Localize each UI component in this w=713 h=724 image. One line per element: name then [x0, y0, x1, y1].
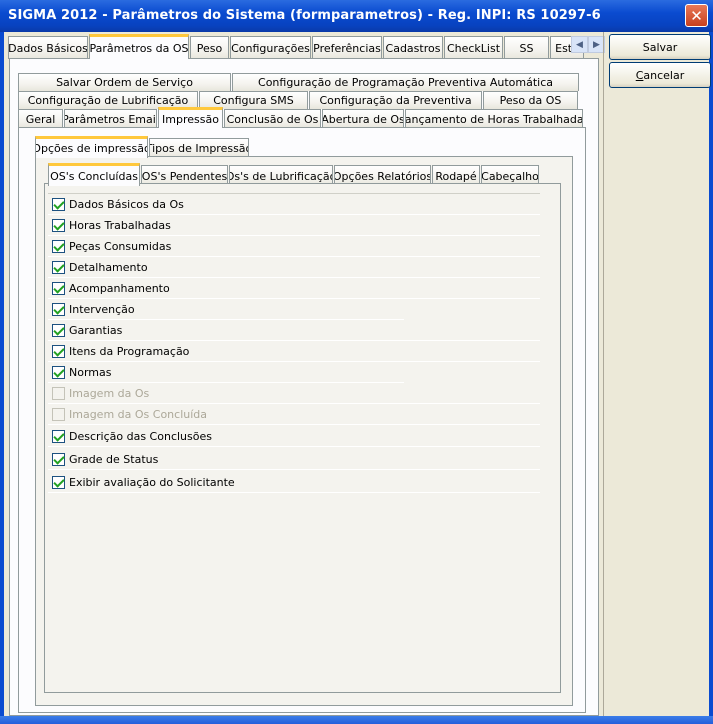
tab-scroll-arrows: ◀ ▶ [571, 36, 605, 53]
window-title: SIGMA 2012 - Parâmetros do Sistema (form… [8, 8, 601, 23]
option-item: Imagem da Os [48, 383, 548, 404]
option-item[interactable]: Garantias [48, 320, 548, 341]
option-checkbox[interactable] [52, 240, 65, 253]
main-tab-strip: Dados Básicos Parâmetros da OS Peso Configu… [8, 34, 600, 59]
option-item[interactable]: Itens da Programação [48, 341, 548, 362]
print-options-panel: OS's Concluídas OS's Pendentes Os's de Lub… [35, 156, 573, 706]
close-button[interactable]: ✕ [685, 4, 708, 27]
main-tab-0[interactable]: Dados Básicos [8, 36, 88, 59]
option-checkbox[interactable] [52, 261, 65, 274]
save-button-label: Salvar [642, 40, 678, 54]
option-item[interactable]: Acompanhamento [48, 278, 548, 299]
option-label: Imagem da Os [69, 387, 150, 400]
option-label: Detalhamento [69, 261, 148, 274]
option-checkbox[interactable] [52, 282, 65, 295]
option-label: Garantias [69, 324, 123, 337]
os-concluidas-options-panel: Dados Básicos da Os Horas Trabalhadas Peça… [44, 183, 561, 693]
option-item[interactable]: Descrição das Conclusões [48, 426, 548, 447]
sub-tab-row-2: Configuração de Lubrificação Configura SM… [18, 89, 588, 109]
cancel-label-rest: ancelar [643, 68, 685, 82]
main-tab-1[interactable]: Parâmetros da OS [89, 34, 189, 59]
list-top-separator [48, 193, 540, 194]
print-tab-1[interactable]: Tipos de Impressão [149, 138, 249, 158]
option-label: Horas Trabalhadas [69, 219, 171, 232]
option-checkbox[interactable] [52, 303, 65, 316]
option-checkbox [52, 387, 65, 400]
option-label: Itens da Programação [69, 345, 190, 358]
option-label: Normas [69, 366, 112, 379]
tab-scroll-left-button[interactable]: ◀ [571, 36, 588, 53]
cancel-button-label: Cancelar [636, 69, 685, 82]
option-label: Grade de Status [69, 453, 159, 466]
option-label: Descrição das Conclusões [69, 430, 212, 443]
option-label: Peças Consumidas [69, 240, 172, 253]
option-label: Dados Básicos da Os [69, 198, 184, 211]
option-label: Intervenção [69, 303, 135, 316]
option-checkbox[interactable] [52, 219, 65, 232]
option-item[interactable]: Intervenção [48, 299, 548, 320]
close-icon: ✕ [690, 6, 703, 25]
sub-tab-row3-4[interactable]: Abertura de Os [322, 109, 404, 128]
options-list: Dados Básicos da Os Horas Trabalhadas Peça… [45, 184, 555, 674]
sub-tab-row-1: Salvar Ordem de Serviço Configuração de P… [18, 71, 588, 91]
main-tab-7[interactable]: SS [504, 36, 549, 59]
option-item[interactable]: Horas Trabalhadas [48, 215, 548, 236]
print-tab-strip: Opções de impressão Tipos de Impressão [35, 136, 285, 158]
option-separator [48, 469, 540, 470]
title-bar: SIGMA 2012 - Parâmetros do Sistema (form… [0, 0, 713, 32]
sub-tab-row3-2[interactable]: Impressão [158, 107, 223, 128]
option-item[interactable]: Detalhamento [48, 257, 548, 278]
os-tab-0[interactable]: OS's Concluídas [48, 163, 140, 186]
option-checkbox[interactable] [52, 324, 65, 337]
print-tab-0[interactable]: Opções de impressão [35, 136, 148, 158]
main-tab-5[interactable]: Cadastros [383, 36, 443, 59]
option-checkbox[interactable] [52, 345, 65, 358]
impressao-panel: Opções de impressão Tipos de Impressão OS… [18, 127, 586, 713]
option-item[interactable]: Normas [48, 362, 548, 383]
window-client: Dados Básicos Parâmetros da OS Peso Configu… [4, 32, 711, 716]
sub-tab-row-3: Geral Parâmetros Email Impressão Conclusão … [18, 107, 588, 128]
option-label: Acompanhamento [69, 282, 170, 295]
option-item[interactable]: Grade de Status [48, 449, 548, 470]
option-item[interactable]: Peças Consumidas [48, 236, 548, 257]
main-tab-4[interactable]: Preferências [312, 36, 382, 59]
window-frame-right [709, 32, 713, 716]
main-tab-2[interactable]: Peso [190, 36, 229, 59]
main-tab-3[interactable]: Configurações [230, 36, 311, 59]
option-checkbox[interactable] [52, 476, 65, 489]
option-separator [48, 446, 540, 447]
option-separator [48, 424, 540, 425]
main-tab-6[interactable]: CheckList [444, 36, 503, 59]
option-separator [48, 492, 540, 493]
sub-tab-row3-5[interactable]: Lançamento de Horas Trabalhadas [405, 109, 583, 128]
option-checkbox[interactable] [52, 430, 65, 443]
option-label: Imagem da Os Concluída [69, 408, 208, 421]
option-item[interactable]: Exibir avaliação do Solicitante [48, 472, 548, 493]
taskbar-strip [0, 716, 713, 724]
main-tab-panel: Salvar Ordem de Serviço Configuração de P… [9, 58, 599, 716]
sub-tab-row3-1[interactable]: Parâmetros Email [64, 109, 157, 128]
option-item: Imagem da Os Concluída [48, 404, 548, 425]
save-button[interactable]: Salvar [609, 34, 711, 60]
option-checkbox [52, 408, 65, 421]
option-checkbox[interactable] [52, 366, 65, 379]
sub-tab-row3-3[interactable]: Conclusão de Os [224, 109, 321, 128]
option-item[interactable]: Dados Básicos da Os [48, 194, 548, 215]
option-label: Exibir avaliação do Solicitante [69, 476, 235, 489]
option-checkbox[interactable] [52, 198, 65, 211]
option-checkbox[interactable] [52, 453, 65, 466]
sub-tab-row3-0[interactable]: Geral [18, 109, 63, 128]
action-panel: Salvar Cancelar [603, 32, 711, 716]
cancel-button[interactable]: Cancelar [609, 62, 711, 88]
